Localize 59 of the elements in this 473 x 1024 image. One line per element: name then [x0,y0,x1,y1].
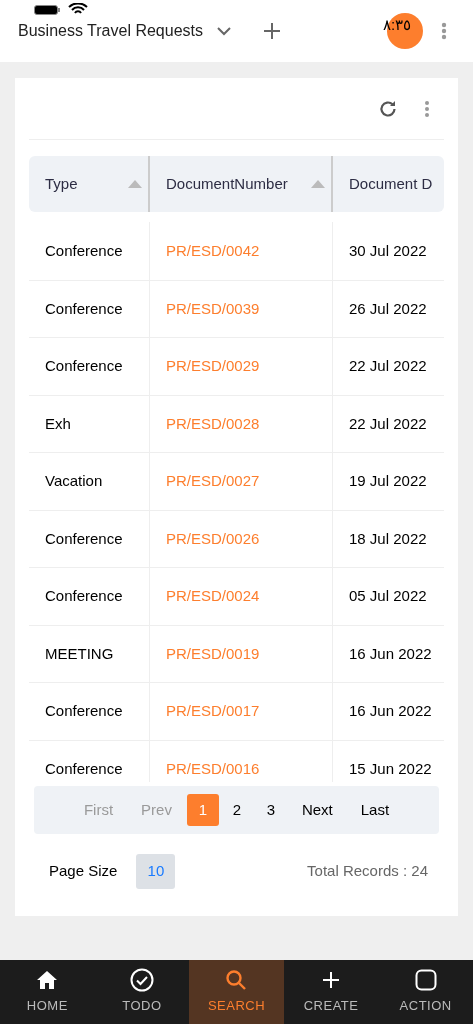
table-cell-text: Conference [45,298,123,319]
table-cell-text: Conference [45,701,123,721]
search-icon [225,969,248,992]
document-link[interactable]: PR/ESD/0028 [166,412,260,435]
table-cell-text: Vacation [45,471,103,491]
document-link[interactable]: PR/ESD/0026 [166,527,260,550]
table-cell-text: 22 Jul 2022 [349,413,427,434]
check-circle-icon [129,968,154,993]
table-cell-text: 30 Jul 2022 [349,240,427,261]
page-nav-button[interactable]: Next [288,794,346,826]
document-link[interactable]: PR/ESD/0017 [166,700,260,723]
more-icon[interactable] [441,22,447,40]
chevron-down-icon[interactable] [217,26,231,36]
column-header[interactable]: Document D [349,172,433,196]
table-cell-text: 26 Jul 2022 [349,298,427,319]
home-icon [36,970,59,991]
page-size-label: Page Size [49,861,118,882]
page-button[interactable]: 1 [186,794,219,826]
page-button[interactable]: 3 [254,794,287,826]
table-cell-text: Conference [45,528,123,549]
document-link[interactable]: PR/ESD/0019 [166,642,260,665]
table-cell-text: Conference [45,240,123,261]
table-cell-text: Conference [45,758,123,779]
document-link[interactable]: PR/ESD/0024 [166,585,260,608]
document-link[interactable]: PR/ESD/0027 [166,470,260,493]
square-icon [414,969,437,992]
table-cell-text: 22 Jul 2022 [349,356,427,376]
table-cell-text: 05 Jul 2022 [349,586,427,606]
column-header[interactable]: DocumentNumber [166,172,288,196]
plus-icon [322,971,341,990]
nav-tab[interactable]: CREATE [283,960,379,1024]
more-icon[interactable] [424,99,430,118]
page-title: Business Travel Requests [18,21,203,41]
table-cell-text: MEETING [45,643,114,664]
document-link[interactable]: PR/ESD/0039 [166,297,260,320]
document-link[interactable]: PR/ESD/0042 [166,239,260,262]
nav-tab[interactable]: TODO [94,960,190,1024]
total-records: Total Records : 24 [307,861,428,882]
table-cell-text: Conference [45,586,123,606]
document-link[interactable]: PR/ESD/0016 [166,757,260,780]
battery-icon [34,5,60,15]
table-cell-text: 16 Jun 2022 [349,701,432,721]
table-cell-text: 19 Jul 2022 [349,471,427,491]
refresh-icon[interactable] [378,98,398,119]
table-cell-text: 15 Jun 2022 [349,758,432,779]
table-cell-text: 18 Jul 2022 [349,528,427,549]
plus-icon[interactable] [263,22,281,40]
page-size-select[interactable]: 10 [136,854,176,889]
page-nav-button[interactable]: Last [347,794,403,826]
column-header[interactable]: Type [45,172,78,196]
document-link[interactable]: PR/ESD/0029 [166,355,260,378]
wifi-icon [68,3,88,15]
table-cell-text: Conference [45,356,123,376]
nav-tab[interactable]: HOME [0,960,95,1024]
nav-tab[interactable]: ACTION [378,960,473,1024]
table-cell-text: Exh [45,413,71,434]
table-cell-text: 16 Jun 2022 [349,643,432,664]
page-button[interactable]: 2 [220,794,253,826]
nav-tab[interactable]: SEARCH [189,960,284,1024]
